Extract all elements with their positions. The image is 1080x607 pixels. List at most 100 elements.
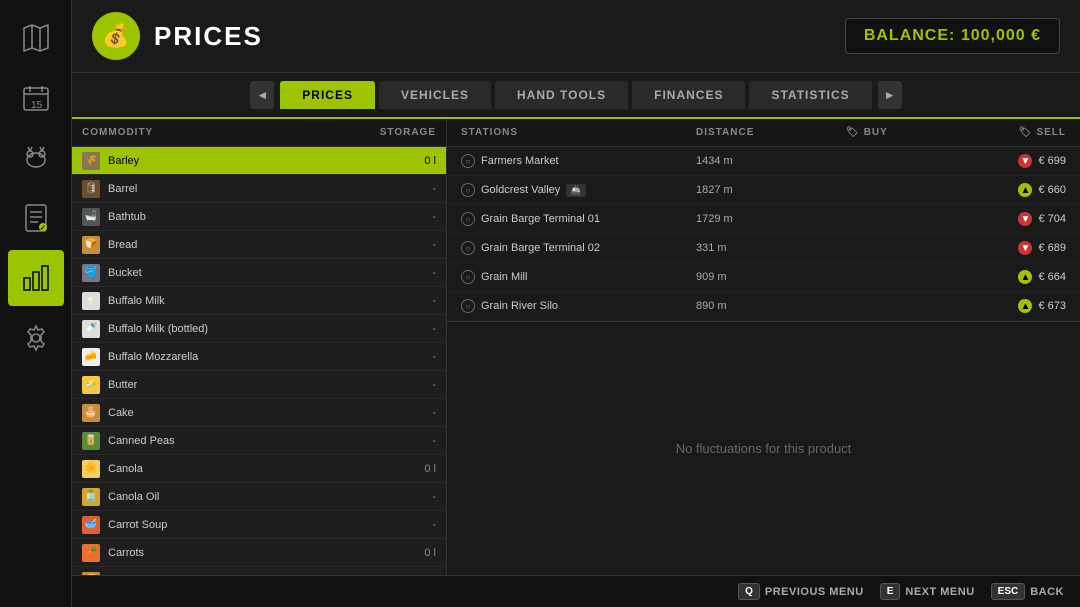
commodity-icon-canola: 🌼 bbox=[82, 460, 100, 478]
commodity-name: Canola bbox=[108, 463, 396, 475]
tab-finances[interactable]: FINANCES bbox=[632, 81, 745, 109]
list-item[interactable]: 🛢 Barrel - bbox=[72, 175, 446, 203]
list-item[interactable]: 🍼 Buffalo Milk (bottled) - bbox=[72, 315, 446, 343]
commodity-icon-buffalo-milk-bottled: 🍼 bbox=[82, 320, 100, 338]
station-distance: 331 m bbox=[696, 242, 846, 254]
col-commodity: COMMODITY bbox=[82, 127, 376, 138]
shortcut-next-menu: E NEXT MENU bbox=[880, 583, 975, 600]
commodity-name: Bread bbox=[108, 239, 396, 251]
station-name: ○ Grain Barge Terminal 01 bbox=[461, 212, 696, 226]
stations-list: ○ Farmers Market 1434 m ▼ € 699 ○ Goldcr… bbox=[447, 147, 1080, 322]
page-title: PRICES bbox=[154, 21, 263, 52]
fluctuation-area: No fluctuations for this product bbox=[447, 322, 1080, 575]
map-icon bbox=[20, 22, 52, 54]
nav-next-button[interactable]: ► bbox=[878, 81, 902, 109]
list-item[interactable]: 🧈 Butter - bbox=[72, 371, 446, 399]
station-row[interactable]: ○ Grain River Silo 890 m ▲ € 673 bbox=[447, 292, 1080, 321]
sidebar-item-stats[interactable] bbox=[8, 250, 64, 306]
station-sell: ▲ € 673 bbox=[966, 299, 1066, 313]
list-item[interactable]: 📜 Carton Roll - bbox=[72, 567, 446, 575]
station-row[interactable]: ○ Goldcrest Valley 🚢 1827 m ▲ € 660 bbox=[447, 176, 1080, 205]
tab-vehicles[interactable]: VEHICLES bbox=[379, 81, 491, 109]
sell-trend-down: ▼ bbox=[1018, 241, 1032, 255]
content-area: COMMODITY STORAGE 🌾 Barley 0 l 🛢 Barrel … bbox=[72, 119, 1080, 575]
commodity-icon-carrot-soup: 🥣 bbox=[82, 516, 100, 534]
list-item[interactable]: 🧀 Buffalo Mozzarella - bbox=[72, 343, 446, 371]
commodity-name: Bathtub bbox=[108, 211, 396, 223]
list-item[interactable]: 🫙 Canola Oil - bbox=[72, 483, 446, 511]
tab-prices[interactable]: PRICES bbox=[280, 81, 375, 109]
bottom-bar: Q PREVIOUS MENU E NEXT MENU ESC BACK bbox=[72, 575, 1080, 607]
balance-label: BALANCE: bbox=[864, 27, 956, 44]
sell-trend-down: ▼ bbox=[1018, 154, 1032, 168]
station-sell: ▲ € 664 bbox=[966, 270, 1066, 284]
list-item[interactable]: 🪣 Bucket - bbox=[72, 259, 446, 287]
tab-statistics[interactable]: STATISTICS bbox=[749, 81, 871, 109]
sidebar-item-settings[interactable] bbox=[8, 310, 64, 366]
list-item[interactable]: 🛁 Bathtub - bbox=[72, 203, 446, 231]
station-row[interactable]: ○ Grain Barge Terminal 01 1729 m ▼ € 704 bbox=[447, 205, 1080, 234]
list-item[interactable]: 🥣 Carrot Soup - bbox=[72, 511, 446, 539]
stats-icon bbox=[20, 262, 52, 294]
commodity-icon-cake: 🎂 bbox=[82, 404, 100, 422]
col-stations: STATIONS bbox=[461, 127, 696, 138]
balance-display: BALANCE: 100,000 € bbox=[845, 18, 1060, 54]
sidebar-item-map[interactable] bbox=[8, 10, 64, 66]
station-distance: 909 m bbox=[696, 271, 846, 283]
commodity-storage: - bbox=[396, 351, 436, 363]
station-row[interactable]: ○ Grain Barge Terminal 02 331 m ▼ € 689 bbox=[447, 234, 1080, 263]
right-panel: STATIONS DISTANCE 🏷BUY 🏷SELL ○ Farmers M… bbox=[447, 119, 1080, 575]
header: 💰 PRICES BALANCE: 100,000 € bbox=[72, 0, 1080, 73]
commodity-name: Cake bbox=[108, 407, 396, 419]
commodity-storage: - bbox=[396, 267, 436, 279]
list-item[interactable]: 🌾 Barley 0 l bbox=[72, 147, 446, 175]
commodity-icon-canola-oil: 🫙 bbox=[82, 488, 100, 506]
commodity-list-header: COMMODITY STORAGE bbox=[72, 119, 446, 147]
shortcut-back: ESC BACK bbox=[991, 583, 1064, 600]
commodity-icon-bucket: 🪣 bbox=[82, 264, 100, 282]
commodity-storage: - bbox=[396, 407, 436, 419]
commodity-name: Canned Peas bbox=[108, 435, 396, 447]
commodity-storage: 0 l bbox=[396, 463, 436, 475]
station-row[interactable]: ○ Grain Mill 909 m ▲ € 664 bbox=[447, 263, 1080, 292]
station-icon: ○ bbox=[461, 183, 475, 197]
station-icon: ○ bbox=[461, 299, 475, 313]
col-sell: 🏷SELL bbox=[966, 127, 1066, 138]
commodity-storage: - bbox=[396, 323, 436, 335]
list-item[interactable]: 🥕 Carrots 0 l bbox=[72, 539, 446, 567]
list-item[interactable]: 🎂 Cake - bbox=[72, 399, 446, 427]
sidebar-item-animals[interactable] bbox=[8, 130, 64, 186]
commodity-icon-barrel: 🛢 bbox=[82, 180, 100, 198]
station-sell: ▼ € 699 bbox=[966, 154, 1066, 168]
commodity-icon-bread: 🍞 bbox=[82, 236, 100, 254]
commodity-list[interactable]: COMMODITY STORAGE 🌾 Barley 0 l 🛢 Barrel … bbox=[72, 119, 447, 575]
commodity-icon-bathtub: 🛁 bbox=[82, 208, 100, 226]
sell-trend-up: ▲ bbox=[1018, 183, 1032, 197]
sidebar-item-contracts[interactable]: ✓ bbox=[8, 190, 64, 246]
tab-hand-tools[interactable]: HAND TOOLS bbox=[495, 81, 628, 109]
nav-prev-button[interactable]: ◄ bbox=[250, 81, 274, 109]
commodity-name: Carrots bbox=[108, 547, 396, 559]
station-name: ○ Grain Barge Terminal 02 bbox=[461, 241, 696, 255]
station-name: ○ Grain Mill bbox=[461, 270, 696, 284]
no-fluctuation-text: No fluctuations for this product bbox=[676, 441, 852, 456]
svg-text:✓: ✓ bbox=[40, 225, 46, 232]
station-icon: ○ bbox=[461, 212, 475, 226]
sidebar-item-calendar[interactable]: 15 bbox=[8, 70, 64, 126]
nav-tabs: ◄ PRICES VEHICLES HAND TOOLS FINANCES ST… bbox=[72, 73, 1080, 119]
list-item[interactable]: 🍞 Bread - bbox=[72, 231, 446, 259]
station-row[interactable]: ○ Farmers Market 1434 m ▼ € 699 bbox=[447, 147, 1080, 176]
header-left: 💰 PRICES bbox=[92, 12, 263, 60]
commodity-icon-carrots: 🥕 bbox=[82, 544, 100, 562]
commodity-name: Canola Oil bbox=[108, 491, 396, 503]
commodity-icon-butter: 🧈 bbox=[82, 376, 100, 394]
commodity-name: Buffalo Milk bbox=[108, 295, 396, 307]
list-item[interactable]: 🥫 Canned Peas - bbox=[72, 427, 446, 455]
label-back: BACK bbox=[1030, 586, 1064, 598]
label-next-menu: NEXT MENU bbox=[905, 586, 974, 598]
list-item[interactable]: 🥛 Buffalo Milk - bbox=[72, 287, 446, 315]
station-icon: ○ bbox=[461, 154, 475, 168]
commodity-storage: - bbox=[396, 491, 436, 503]
prices-icon: 💰 bbox=[92, 12, 140, 60]
list-item[interactable]: 🌼 Canola 0 l bbox=[72, 455, 446, 483]
